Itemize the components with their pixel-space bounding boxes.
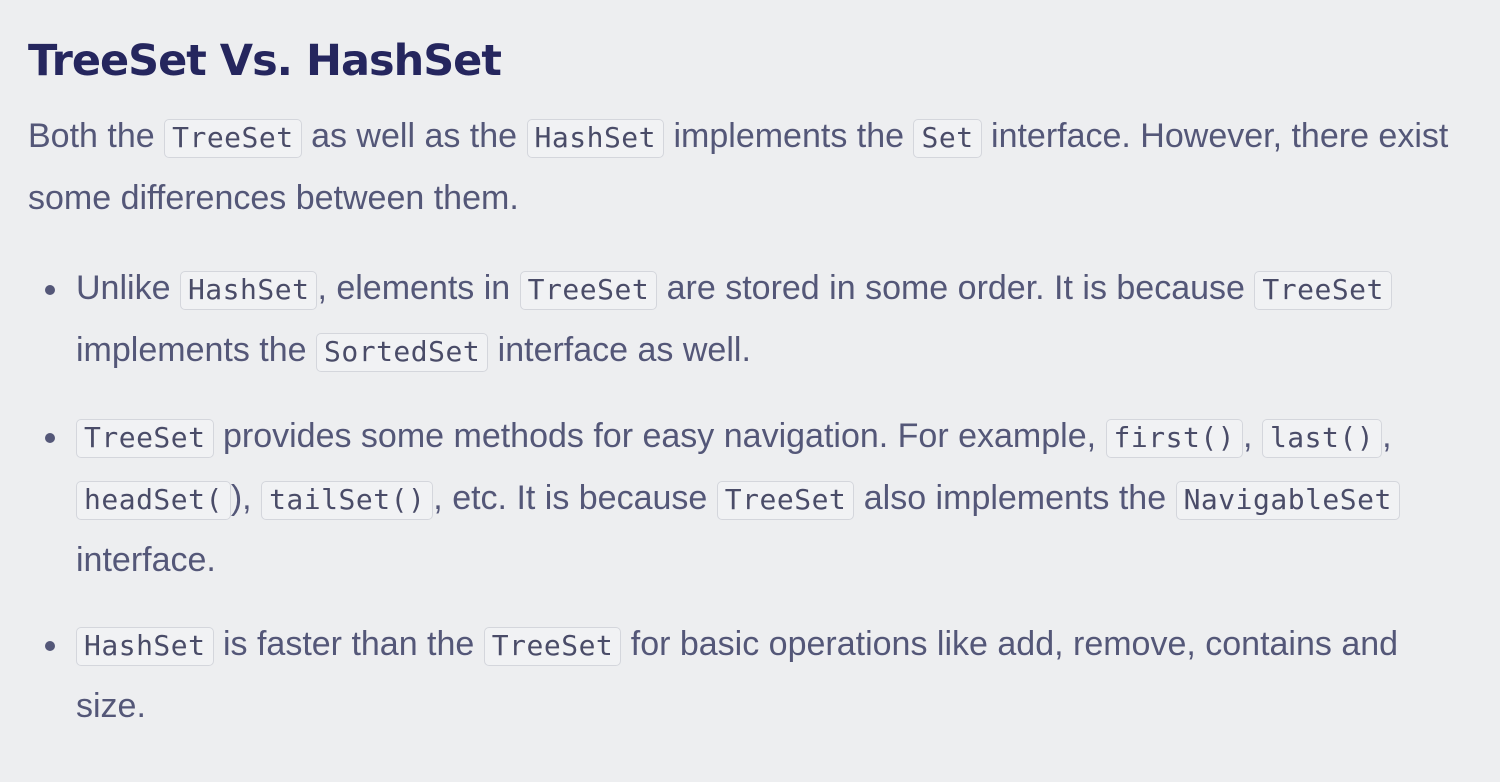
differences-list: Unlike HashSet, elements in TreeSet are …: [28, 258, 1472, 736]
code-treeset: TreeSet: [483, 627, 622, 666]
code-hashset: HashSet: [179, 271, 318, 310]
intro-paragraph: Both the TreeSet as well as the HashSet …: [28, 106, 1472, 228]
list-item-text: interface.: [76, 541, 216, 579]
code-navigableset: NavigableSet: [1175, 481, 1400, 520]
list-item-text: interface as well.: [488, 331, 751, 369]
code-set: Set: [913, 119, 982, 158]
code-treeset: TreeSet: [519, 271, 658, 310]
list-item-text: also implements the: [854, 479, 1176, 517]
list-item-text: is faster than the: [213, 625, 484, 663]
code-treeset: TreeSet: [1254, 271, 1392, 310]
list-item: TreeSet provides some methods for easy n…: [45, 406, 1472, 590]
intro-text: as well as the: [301, 117, 527, 155]
list-item-text: provides some methods for easy navigatio…: [213, 417, 1106, 455]
article-content: TreeSet Vs. HashSet Both the TreeSet as …: [0, 0, 1500, 782]
list-item-text: ),: [230, 479, 262, 517]
list-item-text: ,: [1382, 417, 1392, 455]
list-item-text: Unlike: [76, 269, 180, 307]
code-headset: headSet(: [76, 481, 231, 520]
list-item-text: implements the: [76, 331, 316, 369]
code-treeset: TreeSet: [164, 119, 302, 158]
intro-text: implements the: [664, 117, 914, 155]
code-tailset: tailSet(): [261, 481, 434, 520]
list-item: Unlike HashSet, elements in TreeSet are …: [45, 258, 1472, 382]
code-first: first(): [1105, 419, 1244, 458]
list-item-text: are stored in some order. It is because: [657, 269, 1255, 307]
list-item-text: ,: [1243, 417, 1262, 455]
code-hashset: HashSet: [76, 627, 214, 666]
code-last: last(): [1261, 419, 1383, 458]
list-item-text: , etc. It is because: [433, 479, 717, 517]
code-sortedset: SortedSet: [316, 333, 489, 372]
code-treeset: TreeSet: [76, 419, 214, 458]
intro-text: Both the: [28, 117, 165, 155]
code-hashset: HashSet: [526, 119, 665, 158]
section-heading: TreeSet Vs. HashSet: [28, 36, 502, 86]
list-item: HashSet is faster than the TreeSet for b…: [45, 614, 1472, 736]
code-treeset: TreeSet: [716, 481, 855, 520]
list-item-text: , elements in: [317, 269, 520, 307]
